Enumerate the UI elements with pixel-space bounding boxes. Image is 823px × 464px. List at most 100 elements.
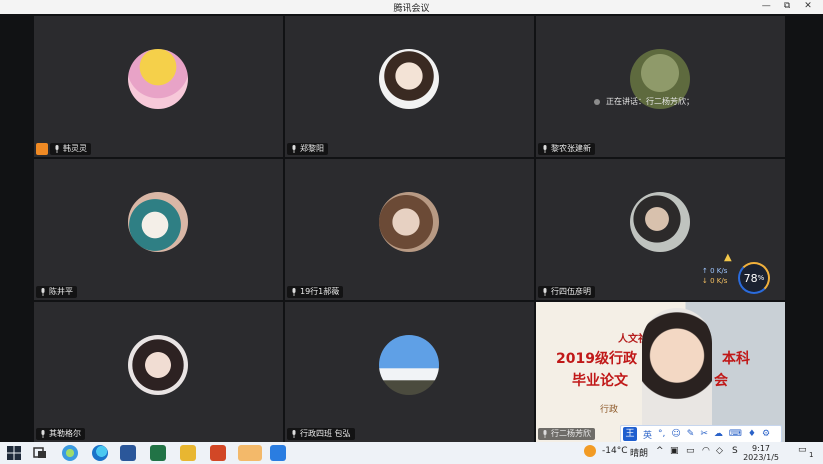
wifi-icon[interactable]: ◠	[702, 446, 710, 456]
clock-date: 2023/1/5	[743, 453, 779, 462]
participant-tile[interactable]: 陈井平	[34, 159, 283, 300]
clock[interactable]: 9:17 2023/1/5	[743, 444, 779, 462]
meeting-stage: 韩灵灵 郑黎阳 正在讲话：行二杨芳欣； 黎农张建新 陈井平 19行1郝薇 行四伍…	[0, 14, 823, 442]
keyboard-icon[interactable]: ⌨	[729, 429, 742, 439]
avatar	[128, 49, 188, 109]
mic-icon	[41, 288, 45, 296]
usage-gauge: 78%	[738, 262, 770, 294]
tencent-meeting-icon[interactable]	[270, 445, 286, 461]
usage-unit: %	[757, 274, 765, 282]
banner-text: 2019级行政	[556, 351, 637, 367]
mic-icon	[543, 145, 547, 153]
mic-icon	[55, 145, 59, 153]
speaker-icon	[594, 98, 600, 105]
participant-tile[interactable]: 行政四班 包弘	[285, 302, 534, 442]
ime-language-toggle[interactable]: 英	[643, 428, 652, 441]
window-controls: — ⧉ ✕	[757, 1, 817, 11]
minimize-button[interactable]: —	[757, 1, 775, 11]
weather-temp[interactable]: -14°C	[602, 446, 627, 456]
ime-toolbar[interactable]: 王 英 °, ☺ ✎ ✂ ☁ ⌨ ♦ ⚙	[620, 425, 782, 443]
participant-tile[interactable]: 其勒格尔	[34, 302, 283, 442]
name-tag: 韩灵灵	[50, 143, 91, 155]
tray-app-icon[interactable]: ▣	[670, 446, 679, 456]
task-view-icon[interactable]	[32, 445, 48, 461]
network-rates: ↑ 0 K/s ↓ 0 K/s	[702, 266, 727, 286]
notification-count: 1	[809, 451, 814, 459]
participant-name: 黎农张建新	[551, 144, 591, 153]
participant-name: 其勒格尔	[49, 429, 81, 438]
mic-icon	[543, 288, 547, 296]
participant-name: 行四伍彦明	[551, 287, 591, 296]
participant-name: 行政四班 包弘	[300, 429, 351, 438]
taskbar: -14°C 晴朗 ^ ▣ ▭ ◠ ◇ S 9:17 2023/1/5 ▭ 1	[0, 442, 823, 464]
input-method-icon[interactable]: S	[732, 446, 738, 456]
weather-description[interactable]: 晴朗	[630, 446, 648, 459]
browser-360-icon[interactable]	[62, 445, 78, 461]
speaking-indicator: 正在讲话：行二杨芳欣；	[594, 96, 694, 107]
network-monitor-widget[interactable]: ▲ ↑ 0 K/s ↓ 0 K/s 78%	[702, 252, 772, 294]
excel-icon[interactable]	[150, 445, 166, 461]
close-button[interactable]: ✕	[799, 1, 817, 11]
name-tag: 黎农张建新	[538, 143, 595, 155]
cloud-icon[interactable]: ☁	[714, 429, 723, 439]
participant-tile[interactable]: 韩灵灵	[34, 16, 283, 157]
banner-text: 会	[714, 373, 728, 389]
avatar	[379, 192, 439, 252]
mic-icon	[292, 430, 296, 438]
file-explorer-icon[interactable]	[180, 445, 196, 461]
skin-icon[interactable]: ♦	[748, 429, 756, 439]
settings-icon[interactable]: ⚙	[762, 429, 770, 439]
tray-device-icon[interactable]: ▭	[686, 446, 695, 456]
tools-icon[interactable]: ✂	[700, 429, 708, 439]
download-rate: 0 K/s	[710, 277, 728, 285]
mic-icon	[41, 430, 45, 438]
participant-name: 郑黎阳	[300, 144, 324, 153]
upload-rate: 0 K/s	[710, 267, 728, 275]
punct-icon[interactable]: °,	[658, 429, 665, 439]
participant-tile[interactable]: 郑黎阳	[285, 16, 534, 157]
video-feed-tile[interactable]: 人文社 2019级行政 本科 毕业论文 会 行政 行二杨芳欣	[536, 302, 785, 442]
restore-button[interactable]: ⧉	[778, 1, 796, 11]
tray-overflow-icon[interactable]: ^	[656, 446, 664, 456]
avatar	[128, 192, 188, 252]
ime-logo[interactable]: 王	[623, 427, 637, 441]
emoji-icon[interactable]: ☺	[671, 429, 680, 439]
banner-text: 本科	[722, 351, 750, 367]
word-icon[interactable]	[120, 445, 136, 461]
usage-value: 78	[743, 271, 758, 285]
avatar	[379, 335, 439, 395]
banner-text: 毕业论文	[572, 373, 628, 389]
name-tag: 其勒格尔	[36, 428, 85, 440]
upload-arrow-icon: ↑	[702, 267, 711, 275]
handwrite-icon[interactable]: ✎	[687, 429, 695, 439]
name-tag: 行四伍彦明	[538, 286, 595, 298]
wechat-icon[interactable]	[238, 445, 262, 461]
avatar	[128, 335, 188, 395]
host-icon	[36, 143, 48, 155]
tray-extra-icon[interactable]: ◇	[716, 446, 723, 456]
participant-name: 行二杨芳欣	[551, 429, 591, 438]
title-bar: 腾讯会议 — ⧉ ✕	[0, 0, 823, 14]
clock-time: 9:17	[752, 444, 771, 453]
edge-icon[interactable]	[92, 445, 108, 461]
mic-icon	[292, 288, 296, 296]
weather-icon[interactable]	[584, 445, 596, 457]
participant-tile[interactable]: 正在讲话：行二杨芳欣； 黎农张建新	[536, 16, 785, 157]
name-tag: 郑黎阳	[287, 143, 328, 155]
name-tag: 行二杨芳欣	[538, 428, 595, 440]
participant-name: 19行1郝薇	[300, 287, 340, 296]
name-tag: 行政四班 包弘	[287, 428, 355, 440]
participant-name: 陈井平	[49, 287, 73, 296]
participant-name: 韩灵灵	[63, 144, 87, 153]
powerpoint-icon[interactable]	[210, 445, 226, 461]
windows-start-icon[interactable]	[6, 445, 22, 461]
download-arrow-icon: ↓	[702, 277, 711, 285]
rocket-icon: ▲	[724, 252, 732, 263]
avatar	[630, 192, 690, 252]
participant-tile[interactable]: 19行1郝薇	[285, 159, 534, 300]
avatar	[379, 49, 439, 109]
notification-icon[interactable]: ▭	[798, 445, 807, 455]
name-tag: 19行1郝薇	[287, 286, 344, 298]
banner-text: 行政	[600, 405, 619, 415]
speaking-text: 正在讲话：行二杨芳欣；	[606, 97, 694, 106]
